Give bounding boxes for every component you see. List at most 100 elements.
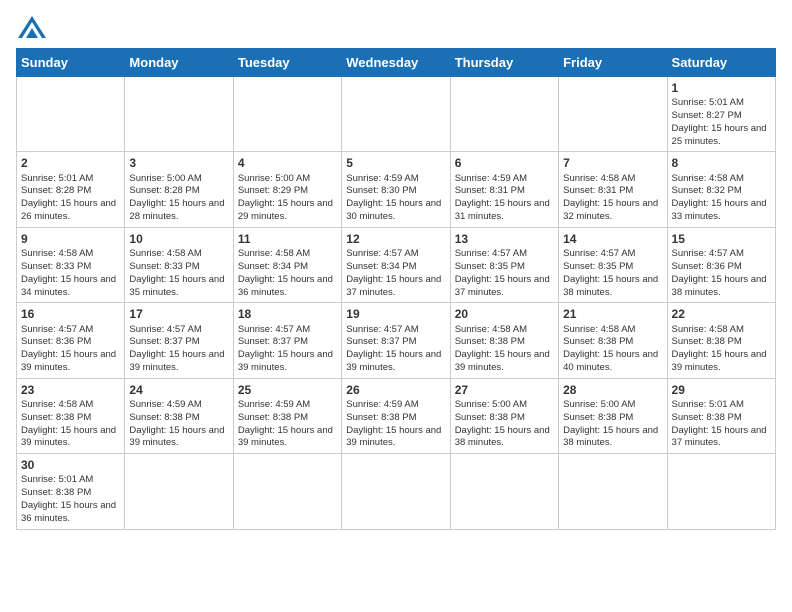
calendar-cell <box>667 454 775 529</box>
cell-content: 23Sunrise: 4:58 AM Sunset: 8:38 PM Dayli… <box>21 382 120 450</box>
day-info: Sunrise: 4:57 AM Sunset: 8:37 PM Dayligh… <box>238 324 333 373</box>
day-info: Sunrise: 4:58 AM Sunset: 8:38 PM Dayligh… <box>563 324 658 373</box>
day-number: 27 <box>455 382 554 398</box>
calendar-cell: 15Sunrise: 4:57 AM Sunset: 8:36 PM Dayli… <box>667 227 775 302</box>
calendar-cell <box>559 454 667 529</box>
day-number: 20 <box>455 306 554 322</box>
calendar-cell <box>125 454 233 529</box>
day-info: Sunrise: 5:00 AM Sunset: 8:29 PM Dayligh… <box>238 173 333 222</box>
day-header-tuesday: Tuesday <box>233 49 341 77</box>
day-number: 25 <box>238 382 337 398</box>
cell-content: 5Sunrise: 4:59 AM Sunset: 8:30 PM Daylig… <box>346 155 445 223</box>
day-number: 10 <box>129 231 228 247</box>
calendar-cell: 24Sunrise: 4:59 AM Sunset: 8:38 PM Dayli… <box>125 378 233 453</box>
day-number: 17 <box>129 306 228 322</box>
day-number: 16 <box>21 306 120 322</box>
calendar-cell: 13Sunrise: 4:57 AM Sunset: 8:35 PM Dayli… <box>450 227 558 302</box>
day-info: Sunrise: 5:00 AM Sunset: 8:28 PM Dayligh… <box>129 173 224 222</box>
day-header-thursday: Thursday <box>450 49 558 77</box>
day-info: Sunrise: 5:00 AM Sunset: 8:38 PM Dayligh… <box>563 399 658 448</box>
calendar-cell <box>125 77 233 152</box>
day-info: Sunrise: 4:58 AM Sunset: 8:34 PM Dayligh… <box>238 248 333 297</box>
week-row-3: 9Sunrise: 4:58 AM Sunset: 8:33 PM Daylig… <box>17 227 776 302</box>
day-number: 9 <box>21 231 120 247</box>
day-info: Sunrise: 4:57 AM Sunset: 8:35 PM Dayligh… <box>563 248 658 297</box>
calendar-cell <box>450 77 558 152</box>
calendar-cell: 28Sunrise: 5:00 AM Sunset: 8:38 PM Dayli… <box>559 378 667 453</box>
day-info: Sunrise: 4:59 AM Sunset: 8:38 PM Dayligh… <box>346 399 441 448</box>
cell-content: 28Sunrise: 5:00 AM Sunset: 8:38 PM Dayli… <box>563 382 662 450</box>
cell-content: 27Sunrise: 5:00 AM Sunset: 8:38 PM Dayli… <box>455 382 554 450</box>
day-number: 7 <box>563 155 662 171</box>
week-row-5: 23Sunrise: 4:58 AM Sunset: 8:38 PM Dayli… <box>17 378 776 453</box>
cell-content: 22 Sunrise: 4:58 AM Sunset: 8:38 PM Dayli… <box>672 306 771 374</box>
calendar-cell <box>17 77 125 152</box>
day-info: Sunrise: 4:58 AM Sunset: 8:33 PM Dayligh… <box>21 248 116 297</box>
day-number: 21 <box>563 306 662 322</box>
week-row-4: 16 Sunrise: 4:57 AM Sunset: 8:36 PM Dayli… <box>17 303 776 378</box>
calendar-cell: 26Sunrise: 4:59 AM Sunset: 8:38 PM Dayli… <box>342 378 450 453</box>
day-info: Sunrise: 5:01 AM Sunset: 8:38 PM Dayligh… <box>21 474 116 523</box>
day-info: Sunrise: 4:57 AM Sunset: 8:36 PM Dayligh… <box>672 248 767 297</box>
day-number: 30 <box>21 457 120 473</box>
cell-content: 9Sunrise: 4:58 AM Sunset: 8:33 PM Daylig… <box>21 231 120 299</box>
day-info: Sunrise: 4:58 AM Sunset: 8:32 PM Dayligh… <box>672 173 767 222</box>
calendar-cell: 7 Sunrise: 4:58 AM Sunset: 8:31 PM Daylig… <box>559 152 667 227</box>
day-number: 26 <box>346 382 445 398</box>
week-row-1: 1Sunrise: 5:01 AM Sunset: 8:27 PM Daylig… <box>17 77 776 152</box>
calendar-cell: 22 Sunrise: 4:58 AM Sunset: 8:38 PM Dayli… <box>667 303 775 378</box>
day-number: 4 <box>238 155 337 171</box>
day-header-monday: Monday <box>125 49 233 77</box>
day-info: Sunrise: 4:58 AM Sunset: 8:38 PM Dayligh… <box>672 324 767 373</box>
day-number: 13 <box>455 231 554 247</box>
cell-content: 18 Sunrise: 4:57 AM Sunset: 8:37 PM Dayli… <box>238 306 337 374</box>
cell-content: 16 Sunrise: 4:57 AM Sunset: 8:36 PM Dayli… <box>21 306 120 374</box>
calendar-cell: 29Sunrise: 5:01 AM Sunset: 8:38 PM Dayli… <box>667 378 775 453</box>
calendar-cell: 1Sunrise: 5:01 AM Sunset: 8:27 PM Daylig… <box>667 77 775 152</box>
header <box>16 16 776 38</box>
day-number: 29 <box>672 382 771 398</box>
cell-content: 20Sunrise: 4:58 AM Sunset: 8:38 PM Dayli… <box>455 306 554 374</box>
cell-content: 24Sunrise: 4:59 AM Sunset: 8:38 PM Dayli… <box>129 382 228 450</box>
day-header-friday: Friday <box>559 49 667 77</box>
cell-content: 26Sunrise: 4:59 AM Sunset: 8:38 PM Dayli… <box>346 382 445 450</box>
day-info: Sunrise: 5:01 AM Sunset: 8:27 PM Dayligh… <box>672 97 767 146</box>
cell-content: 6Sunrise: 4:59 AM Sunset: 8:31 PM Daylig… <box>455 155 554 223</box>
calendar-cell: 19 Sunrise: 4:57 AM Sunset: 8:37 PM Dayli… <box>342 303 450 378</box>
day-info: Sunrise: 4:59 AM Sunset: 8:38 PM Dayligh… <box>129 399 224 448</box>
calendar-cell: 17Sunrise: 4:57 AM Sunset: 8:37 PM Dayli… <box>125 303 233 378</box>
cell-content: 29Sunrise: 5:01 AM Sunset: 8:38 PM Dayli… <box>672 382 771 450</box>
calendar-cell <box>233 77 341 152</box>
calendar-cell: 20Sunrise: 4:58 AM Sunset: 8:38 PM Dayli… <box>450 303 558 378</box>
day-info: Sunrise: 4:57 AM Sunset: 8:37 PM Dayligh… <box>346 324 441 373</box>
week-row-6: 30Sunrise: 5:01 AM Sunset: 8:38 PM Dayli… <box>17 454 776 529</box>
calendar-cell <box>559 77 667 152</box>
day-number: 6 <box>455 155 554 171</box>
calendar-cell: 30Sunrise: 5:01 AM Sunset: 8:38 PM Dayli… <box>17 454 125 529</box>
cell-content: 15Sunrise: 4:57 AM Sunset: 8:36 PM Dayli… <box>672 231 771 299</box>
day-info: Sunrise: 4:59 AM Sunset: 8:38 PM Dayligh… <box>238 399 333 448</box>
day-number: 11 <box>238 231 337 247</box>
day-info: Sunrise: 4:57 AM Sunset: 8:36 PM Dayligh… <box>21 324 116 373</box>
cell-content: 25Sunrise: 4:59 AM Sunset: 8:38 PM Dayli… <box>238 382 337 450</box>
day-number: 8 <box>672 155 771 171</box>
cell-content: 1Sunrise: 5:01 AM Sunset: 8:27 PM Daylig… <box>672 80 771 148</box>
logo-icon <box>18 16 46 38</box>
cell-content: 12Sunrise: 4:57 AM Sunset: 8:34 PM Dayli… <box>346 231 445 299</box>
calendar-cell <box>342 77 450 152</box>
day-info: Sunrise: 5:01 AM Sunset: 8:28 PM Dayligh… <box>21 173 116 222</box>
day-number: 19 <box>346 306 445 322</box>
cell-content: 7 Sunrise: 4:58 AM Sunset: 8:31 PM Daylig… <box>563 155 662 223</box>
day-info: Sunrise: 4:58 AM Sunset: 8:31 PM Dayligh… <box>563 173 658 222</box>
day-info: Sunrise: 4:58 AM Sunset: 8:38 PM Dayligh… <box>21 399 116 448</box>
calendar-cell: 3Sunrise: 5:00 AM Sunset: 8:28 PM Daylig… <box>125 152 233 227</box>
cell-content: 21 Sunrise: 4:58 AM Sunset: 8:38 PM Dayli… <box>563 306 662 374</box>
cell-content: 19 Sunrise: 4:57 AM Sunset: 8:37 PM Dayli… <box>346 306 445 374</box>
logo <box>16 16 46 38</box>
day-number: 18 <box>238 306 337 322</box>
calendar-cell: 10Sunrise: 4:58 AM Sunset: 8:33 PM Dayli… <box>125 227 233 302</box>
calendar-cell: 6Sunrise: 4:59 AM Sunset: 8:31 PM Daylig… <box>450 152 558 227</box>
day-number: 22 <box>672 306 771 322</box>
cell-content: 17Sunrise: 4:57 AM Sunset: 8:37 PM Dayli… <box>129 306 228 374</box>
calendar-cell: 27Sunrise: 5:00 AM Sunset: 8:38 PM Dayli… <box>450 378 558 453</box>
